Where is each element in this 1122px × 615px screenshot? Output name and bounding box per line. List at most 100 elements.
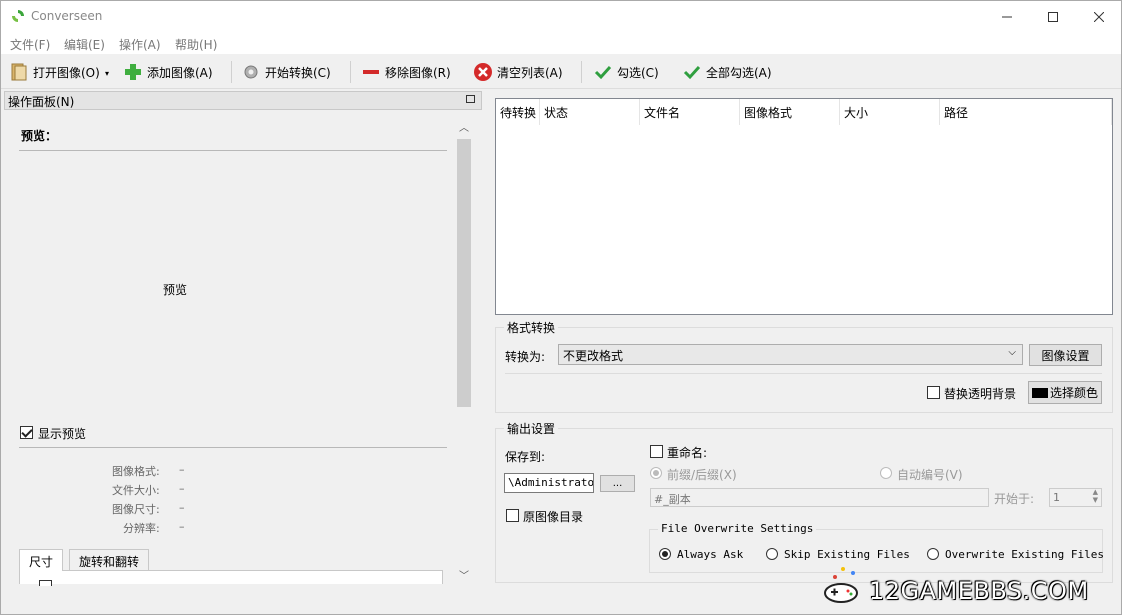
image-settings-button[interactable]: 图像设置: [1029, 344, 1102, 366]
replace-transparent-checkbox[interactable]: [927, 386, 940, 399]
show-preview-label: 显示预览: [38, 427, 87, 441]
menu-help[interactable]: 帮助(H): [175, 36, 217, 53]
float-panel-icon[interactable]: [466, 95, 475, 103]
gamepad-logo-icon: [824, 567, 858, 603]
check-button[interactable]: 勾选(C): [593, 61, 659, 83]
info-size-label: 文件大小:: [112, 484, 160, 497]
tab-size[interactable]: 尺寸: [19, 549, 64, 571]
col-path[interactable]: 路径: [940, 99, 1112, 125]
menu-edit[interactable]: 编辑(E): [64, 36, 105, 53]
overwrite-group-title: File Overwrite Settings: [658, 522, 817, 535]
window-title: Converseen: [31, 9, 103, 23]
start-convert-button[interactable]: 开始转换(C): [241, 61, 331, 83]
checkmark-all-icon: [683, 65, 701, 80]
skip-existing-radio[interactable]: [766, 548, 778, 560]
open-folder-icon: [11, 63, 27, 81]
remove-images-label: 移除图像(R): [385, 65, 451, 80]
always-ask-label: Always Ask: [677, 548, 744, 561]
preview-divider: [19, 150, 447, 151]
tab-content: [19, 570, 443, 586]
panel-title: 操作面板(N): [8, 95, 75, 109]
maximize-icon: [1048, 11, 1058, 22]
gear-icon: [244, 65, 258, 79]
app-window: Converseen 文件(F) 编辑(E) 操作(A) 帮助(H) 打开图像(…: [0, 0, 1122, 615]
tab-rotate-flip[interactable]: 旋转和翻转: [69, 549, 150, 571]
auto-number-label: 自动编号(V): [897, 468, 963, 482]
menu-actions[interactable]: 操作(A): [119, 36, 161, 53]
overwrite-existing-radio[interactable]: [927, 548, 939, 560]
info-divider: [19, 447, 447, 448]
always-ask-radio[interactable]: [659, 548, 671, 560]
skip-existing-label: Skip Existing Files: [784, 548, 910, 561]
col-filename[interactable]: 文件名: [640, 99, 740, 125]
minimize-icon: [1002, 16, 1012, 17]
scrollbar-thumb[interactable]: [457, 139, 471, 407]
prefix-suffix-label: 前缀/后缀(X): [667, 468, 737, 482]
auto-number-radio[interactable]: [880, 467, 892, 479]
clear-icon: [474, 63, 492, 81]
menu-bar: 文件(F) 编辑(E) 操作(A) 帮助(H): [1, 32, 1121, 54]
minimize-button[interactable]: [984, 1, 1030, 32]
preview-placeholder: 预览: [163, 283, 188, 297]
panel-title-bar: 操作面板(N): [4, 91, 482, 110]
site-watermark: 12GAMEBBS.COM: [823, 563, 1122, 613]
toolbar: 打开图像(O) ▾ 添加图像(A) 开始转换(C) 移除图像(R) 清空列表(A…: [1, 55, 1121, 89]
clear-list-label: 清空列表(A): [497, 65, 563, 80]
start-at-value: 1: [1053, 491, 1060, 504]
remove-images-button[interactable]: 移除图像(R): [361, 61, 451, 83]
scroll-down-icon[interactable]: ﹀: [459, 567, 469, 582]
col-size[interactable]: 大小: [840, 99, 940, 125]
convert-to-label: 转换为:: [505, 350, 546, 364]
prefix-suffix-radio[interactable]: [650, 467, 662, 479]
rename-checkbox[interactable]: [650, 445, 663, 458]
clear-list-button[interactable]: 清空列表(A): [473, 61, 563, 83]
maximize-button[interactable]: [1030, 1, 1076, 32]
check-label: 勾选(C): [617, 65, 659, 80]
info-size-value: –: [179, 482, 185, 495]
check-all-button[interactable]: 全部勾选(A): [682, 61, 772, 83]
preview-heading: 预览：: [21, 129, 58, 143]
original-dir-label: 原图像目录: [523, 510, 584, 524]
col-format[interactable]: 图像格式: [740, 99, 840, 125]
col-status[interactable]: 状态: [540, 99, 640, 125]
scale-checkbox[interactable]: [39, 580, 52, 586]
start-at-spinbox[interactable]: 1 ▲ ▼: [1049, 488, 1102, 507]
info-resolution-value: –: [179, 520, 185, 533]
rename-label: 重命名:: [667, 446, 708, 460]
open-dropdown-arrow-icon[interactable]: ▾: [105, 69, 109, 78]
info-resolution-label: 分辨率:: [123, 522, 160, 535]
close-icon: [1094, 11, 1104, 22]
overwrite-existing-label: Overwrite Existing Files: [945, 548, 1104, 561]
start-at-label: 开始于:: [994, 492, 1035, 506]
info-dimensions-value: –: [179, 501, 185, 514]
menu-file[interactable]: 文件(F): [10, 36, 50, 53]
convert-to-value: 不更改格式: [563, 349, 624, 363]
format-group-title: 格式转换: [504, 319, 559, 336]
rename-pattern-field[interactable]: #_副本: [650, 488, 989, 507]
show-preview-checkbox[interactable]: [20, 426, 33, 439]
col-to-convert[interactable]: 待转换: [496, 99, 540, 125]
add-images-label: 添加图像(A): [147, 65, 213, 80]
checkmark-icon: [594, 65, 612, 80]
title-bar: Converseen: [1, 1, 1121, 32]
start-convert-label: 开始转换(C): [265, 65, 331, 80]
spinner-arrows-icon[interactable]: ▲ ▼: [1093, 489, 1098, 504]
original-dir-checkbox[interactable]: [506, 509, 519, 522]
image-list[interactable]: 待转换 状态 文件名 图像格式 大小 路径: [495, 98, 1113, 315]
choose-color-button[interactable]: 选择颜色: [1028, 381, 1102, 404]
browse-button[interactable]: ...: [600, 475, 635, 492]
close-button[interactable]: [1076, 1, 1122, 32]
open-images-button[interactable]: 打开图像(O): [9, 61, 100, 83]
replace-transparent-label: 替换透明背景: [944, 387, 1017, 401]
save-to-field[interactable]: \Administrator: [504, 473, 594, 493]
choose-color-label: 选择颜色: [1049, 386, 1098, 400]
panel-scrollbar[interactable]: ︿ ﹀: [456, 119, 472, 587]
info-format-value: –: [179, 463, 185, 476]
info-dimensions-label: 图像尺寸:: [112, 503, 160, 516]
app-logo-icon: [12, 10, 24, 22]
convert-to-select[interactable]: 不更改格式 ⌵: [558, 344, 1023, 365]
add-images-button[interactable]: 添加图像(A): [123, 61, 213, 83]
scroll-up-icon[interactable]: ︿: [459, 119, 469, 134]
format-group: 格式转换 转换为: 不更改格式 ⌵ 图像设置 替换透明背景 选择颜色: [495, 319, 1113, 413]
color-swatch: [1031, 387, 1048, 398]
